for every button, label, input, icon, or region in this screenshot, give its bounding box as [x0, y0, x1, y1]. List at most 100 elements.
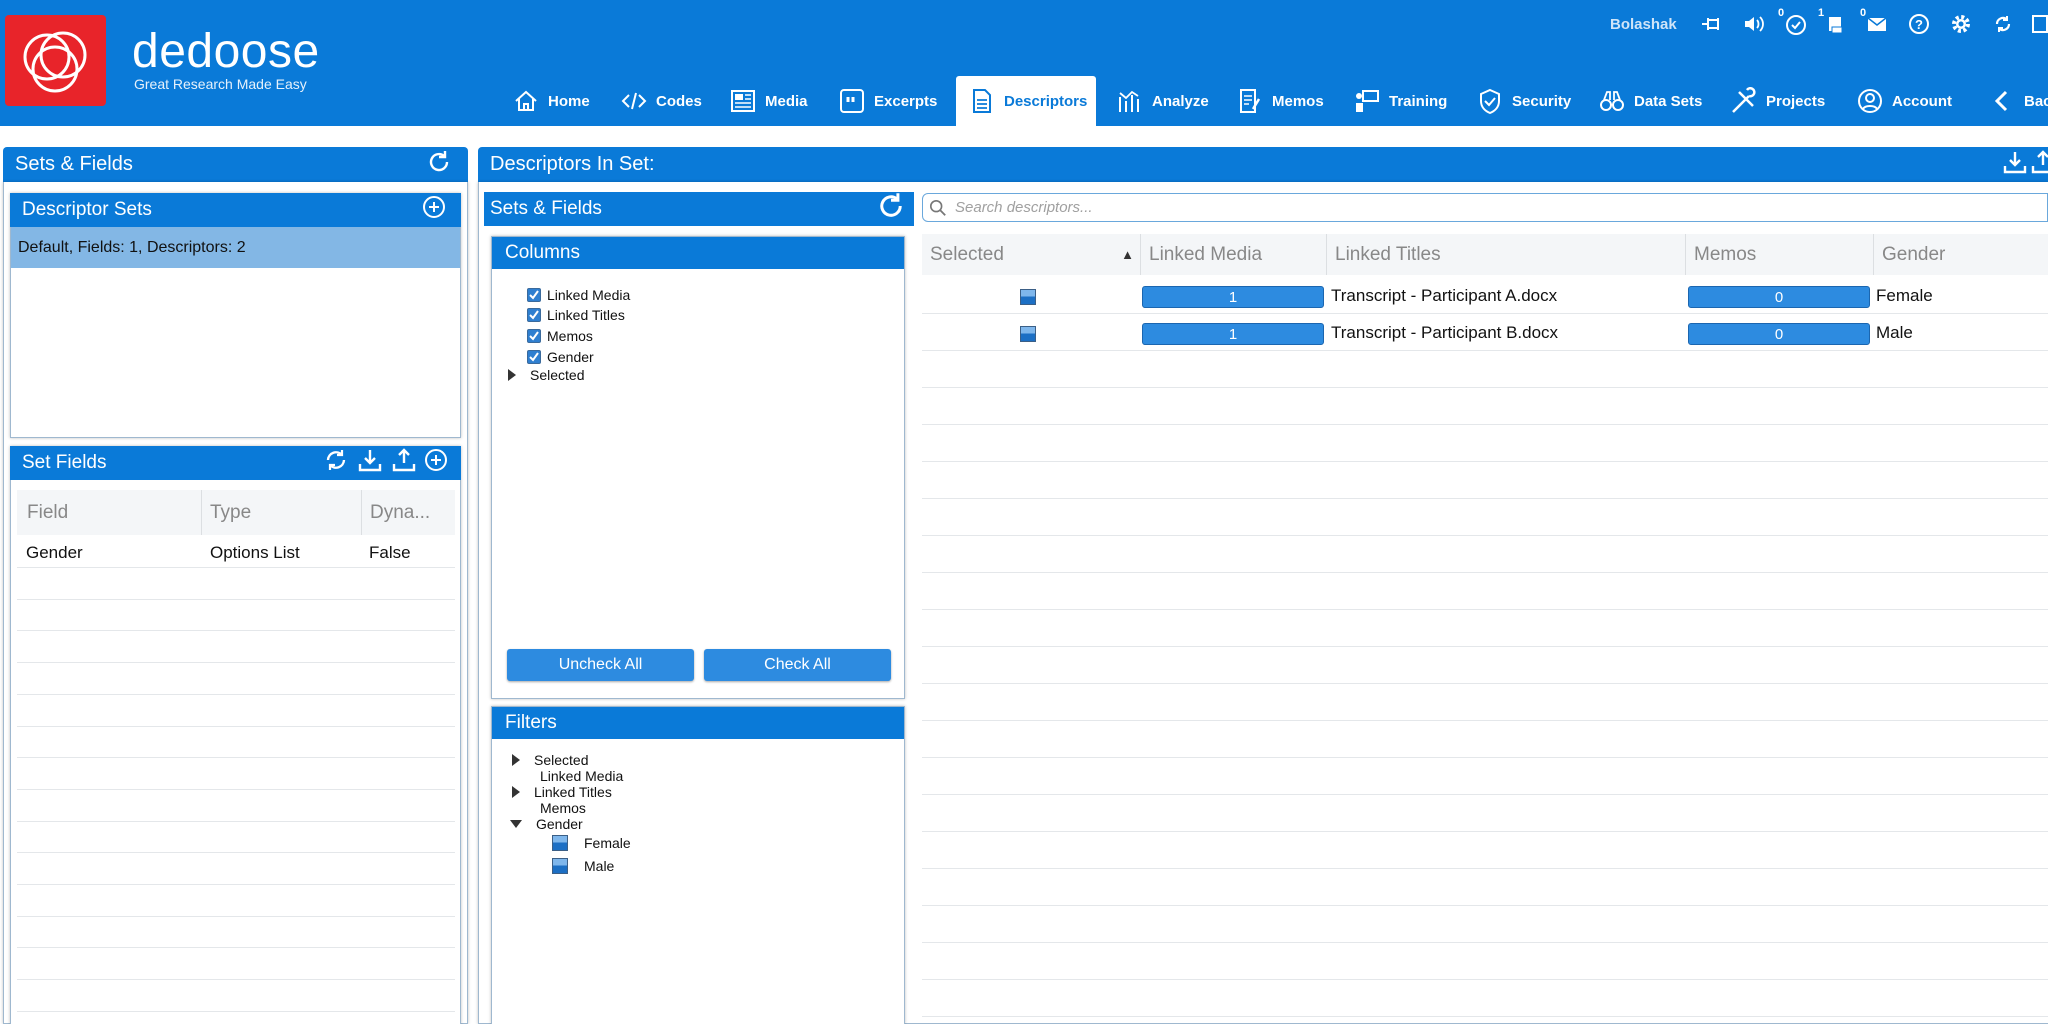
logo-circles-icon: [23, 31, 87, 93]
linked-title-cell[interactable]: Transcript - Participant B.docx: [1331, 323, 1558, 343]
tab-analyze[interactable]: Analyze: [1110, 76, 1215, 126]
jobs-button[interactable]: 1: [1818, 7, 1850, 38]
analyze-icon: [1119, 90, 1139, 112]
column-toggle-linked-titles[interactable]: Linked Titles: [527, 307, 625, 323]
tab-back-label: Back: [2024, 92, 2048, 110]
mail-icon: [1867, 17, 1887, 31]
column-header-linked-media[interactable]: Linked Media: [1141, 234, 1327, 275]
tab-descriptors[interactable]: Descriptors: [956, 76, 1096, 126]
dedoose-logo[interactable]: [5, 15, 106, 106]
settings-button[interactable]: [1946, 10, 1976, 38]
filter-gender[interactable]: Gender: [510, 816, 583, 832]
add-descriptor-set-button[interactable]: [421, 194, 447, 226]
sort-ascending-icon: ▲: [1121, 247, 1134, 262]
tab-account[interactable]: Account: [1850, 76, 1958, 126]
import-descriptors-button[interactable]: [2030, 149, 2048, 181]
linked-title-cell[interactable]: Transcript - Participant A.docx: [1331, 286, 1557, 306]
notifications-badge: 0: [1778, 7, 1785, 19]
grid-line: [17, 1010, 455, 1012]
filter-option-female[interactable]: Female: [552, 835, 631, 851]
tab-training[interactable]: Training: [1347, 76, 1453, 126]
download-icon: [2003, 151, 2027, 173]
expand-icon[interactable]: [512, 786, 520, 798]
filter-checkbox-icon[interactable]: [552, 835, 568, 851]
tab-datasets[interactable]: Data Sets: [1592, 76, 1708, 126]
user-name[interactable]: Bolashak: [1610, 16, 1677, 33]
expand-icon[interactable]: [512, 754, 520, 766]
logout-button[interactable]: [2026, 10, 2048, 38]
add-field-button[interactable]: [423, 447, 449, 479]
upload-icon: [2031, 149, 2048, 173]
filter-checkbox-icon[interactable]: [552, 858, 568, 874]
column-toggle-gender[interactable]: Gender: [527, 349, 594, 365]
column-toggle-linked-media[interactable]: Linked Media: [527, 287, 630, 303]
export-descriptors-button[interactable]: [2002, 149, 2028, 181]
column-header-linked-titles[interactable]: Linked Titles: [1327, 234, 1686, 275]
column-header-gender[interactable]: Gender: [1874, 234, 2048, 275]
sync-button[interactable]: [1988, 10, 2018, 38]
gender-cell[interactable]: Male: [1876, 323, 1913, 343]
row-select-checkbox-icon[interactable]: [1020, 289, 1036, 305]
memos-count-button[interactable]: 0: [1688, 286, 1870, 308]
tab-media[interactable]: Media: [723, 76, 814, 126]
sets-fields-title: Sets & Fields: [15, 153, 133, 175]
shield-icon: [1480, 88, 1500, 115]
column-header-selected[interactable]: Selected ▲: [922, 234, 1141, 275]
sync-fields-button[interactable]: [323, 447, 349, 479]
column-header-field[interactable]: Field: [17, 490, 202, 535]
memos-count-button[interactable]: 0: [1688, 323, 1870, 345]
uncheck-all-button[interactable]: Uncheck All: [507, 649, 694, 681]
search-input[interactable]: [947, 199, 2047, 216]
grid-line: [922, 313, 2048, 314]
messages-button[interactable]: 0: [1860, 7, 1892, 38]
row-select-checkbox-icon[interactable]: [1020, 326, 1036, 342]
memo-icon: [1240, 89, 1261, 113]
checkbox-checked-icon[interactable]: [527, 329, 541, 343]
tab-codes[interactable]: Codes: [614, 76, 708, 126]
field-dynamic[interactable]: False: [369, 543, 411, 563]
tab-excerpts[interactable]: Excerpts: [832, 76, 943, 126]
help-button[interactable]: ?: [1904, 10, 1934, 38]
checkbox-checked-icon[interactable]: [527, 350, 541, 364]
notifications-button[interactable]: 0: [1778, 7, 1810, 38]
column-toggle-label: Gender: [547, 349, 594, 365]
pin-button[interactable]: [1696, 10, 1726, 38]
linked-media-count-button[interactable]: 1: [1142, 286, 1324, 308]
download-fields-button[interactable]: [357, 447, 383, 479]
tab-projects[interactable]: Projects: [1724, 76, 1831, 126]
descriptor-set-row[interactable]: Default, Fields: 1, Descriptors: 2: [11, 227, 460, 268]
tab-home[interactable]: Home: [506, 76, 596, 126]
grid-line: [922, 794, 2048, 795]
field-type[interactable]: Options List: [210, 543, 300, 563]
column-header-memos[interactable]: Memos: [1686, 234, 1874, 275]
search-box: [922, 193, 2048, 222]
filter-linked-media[interactable]: Linked Media: [540, 768, 623, 784]
check-all-button[interactable]: Check All: [704, 649, 891, 681]
checkbox-checked-icon[interactable]: [527, 308, 541, 322]
tab-security[interactable]: Security: [1470, 76, 1577, 126]
filter-memos[interactable]: Memos: [540, 800, 586, 816]
filter-option-male[interactable]: Male: [552, 858, 614, 874]
expand-icon[interactable]: [508, 369, 516, 381]
add-icon: [423, 196, 445, 218]
refresh-icon: [429, 150, 449, 171]
gender-cell[interactable]: Female: [1876, 286, 1933, 306]
checkbox-checked-icon[interactable]: [527, 288, 541, 302]
refresh-columns-button[interactable]: [876, 191, 906, 227]
linked-media-count-button[interactable]: 1: [1142, 323, 1324, 345]
column-toggle-memos[interactable]: Memos: [527, 328, 593, 344]
column-group-selected[interactable]: Selected: [508, 367, 584, 383]
tab-memos[interactable]: Memos: [1230, 76, 1330, 126]
sync-icon: [1995, 16, 2011, 32]
tab-projects-label: Projects: [1766, 92, 1826, 110]
column-header-type[interactable]: Type: [202, 490, 362, 535]
column-header-dynamic[interactable]: Dyna...: [362, 490, 455, 535]
sound-button[interactable]: [1738, 10, 1768, 38]
tab-back[interactable]: Back: [1982, 76, 2048, 126]
collapse-icon[interactable]: [510, 820, 522, 828]
refresh-sets-button[interactable]: [426, 149, 452, 181]
field-name[interactable]: Gender: [26, 543, 83, 563]
filter-linked-titles[interactable]: Linked Titles: [512, 784, 612, 800]
filter-selected[interactable]: Selected: [512, 752, 588, 768]
upload-fields-button[interactable]: [391, 447, 417, 479]
